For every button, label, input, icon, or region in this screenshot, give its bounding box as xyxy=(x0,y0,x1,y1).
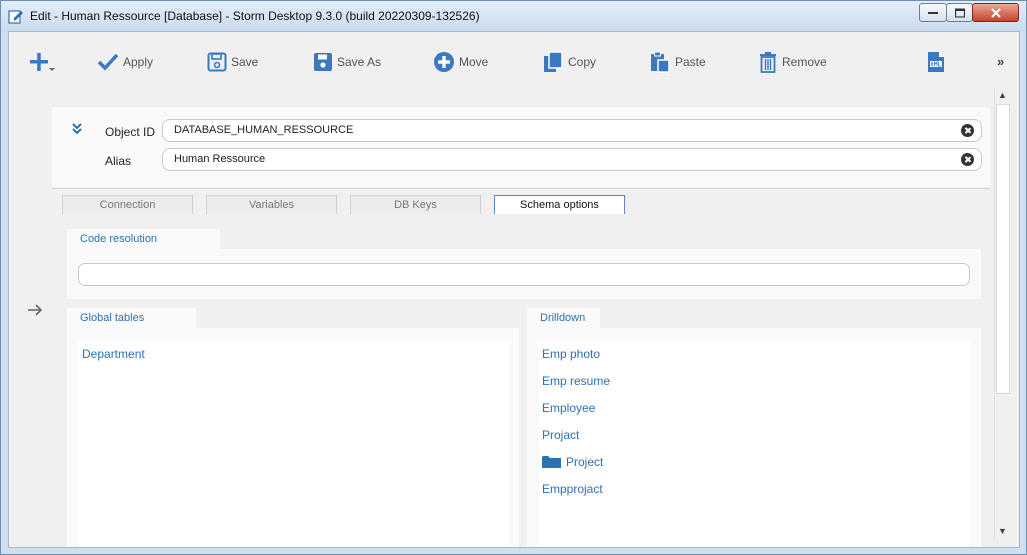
tab-db-keys[interactable]: DB Keys xyxy=(350,195,481,214)
close-icon xyxy=(990,7,1001,18)
apply-label: Apply xyxy=(123,55,154,69)
save-button[interactable]: Save xyxy=(207,50,258,74)
maximize-button[interactable] xyxy=(946,3,973,22)
title-bar[interactable]: Edit - Human Ressource [Database] - Stor… xyxy=(1,1,1026,31)
list-item[interactable]: Department xyxy=(82,347,145,361)
vertical-scrollbar[interactable]: ▲ ▼ xyxy=(994,88,1012,540)
plus-dropdown-icon xyxy=(30,53,55,71)
code-resolution-header: Code resolution (columns) xyxy=(67,229,220,265)
list-item[interactable]: Projact xyxy=(542,428,579,442)
drilldown-header: Drilldown xyxy=(527,308,600,328)
panel-divider xyxy=(52,188,990,189)
list-item-label: Empprojact xyxy=(542,482,603,496)
scroll-down-icon[interactable]: ▼ xyxy=(998,526,1007,536)
app-window: Edit - Human Ressource [Database] - Stor… xyxy=(0,0,1027,555)
identity-panel: Object ID DATABASE_HUMAN_RESSOURCE Alias… xyxy=(52,107,990,187)
toolbar: Apply Save Save As Move Copy Paste Remov… xyxy=(9,32,1019,88)
list-item[interactable]: Emp resume xyxy=(542,374,610,388)
drilldown-list: Emp photo Emp resume Employee Projact Pr… xyxy=(539,340,969,547)
scrollbar-thumb[interactable] xyxy=(996,104,1010,394)
list-item[interactable]: Empprojact xyxy=(542,482,603,496)
alias-field[interactable]: Human Ressource xyxy=(162,148,982,171)
copy-icon xyxy=(544,51,563,72)
edit-icon xyxy=(8,10,23,24)
checkmark-icon xyxy=(97,53,119,71)
tab-connection[interactable]: Connection xyxy=(62,195,193,214)
add-dropdown-button[interactable] xyxy=(29,50,59,74)
export-xml-button[interactable] xyxy=(926,50,950,74)
list-item-label: Emp resume xyxy=(542,374,611,388)
collapse-chevron-icon[interactable] xyxy=(71,123,83,135)
code-resolution-input[interactable] xyxy=(78,263,970,286)
move-label: Move xyxy=(459,55,489,69)
minimize-button[interactable] xyxy=(919,3,947,22)
folder-icon xyxy=(542,456,561,468)
paste-icon xyxy=(651,51,670,73)
tab-schema-options[interactable]: Schema options xyxy=(494,195,625,214)
list-item-label: Employee xyxy=(542,401,596,415)
clear-object-id-icon[interactable] xyxy=(961,124,974,137)
list-item-label: Emp photo xyxy=(542,347,601,361)
list-item[interactable]: Employee xyxy=(542,401,595,415)
alias-value: Human Ressource xyxy=(174,153,266,165)
window-title: Edit - Human Ressource [Database] - Stor… xyxy=(30,9,480,23)
list-item[interactable]: Project xyxy=(542,455,603,469)
tab-variables[interactable]: Variables xyxy=(206,195,337,214)
list-item[interactable]: Emp photo xyxy=(542,347,600,361)
copy-label: Copy xyxy=(568,55,597,69)
minimize-icon xyxy=(928,11,938,14)
save-label: Save xyxy=(231,55,259,69)
list-item-label: Projact xyxy=(542,428,580,442)
remove-label: Remove xyxy=(782,55,827,69)
apply-button[interactable]: Apply xyxy=(97,50,153,74)
remove-button[interactable]: Remove xyxy=(758,50,827,74)
plus-circle-icon xyxy=(434,52,454,72)
alias-label: Alias xyxy=(105,154,132,168)
arrow-right-icon[interactable] xyxy=(27,303,43,317)
object-id-field[interactable]: DATABASE_HUMAN_RESSOURCE xyxy=(162,119,982,142)
object-id-label: Object ID xyxy=(105,125,156,139)
paste-button[interactable]: Paste xyxy=(649,50,706,74)
global-tables-header: Global tables (codes) xyxy=(67,308,196,344)
save-as-label: Save As xyxy=(337,55,382,69)
xml-file-icon xyxy=(928,52,944,72)
move-button[interactable]: Move xyxy=(433,50,488,74)
paste-label: Paste xyxy=(675,55,706,69)
list-item-label: Project xyxy=(566,455,604,469)
global-tables-list: Department xyxy=(79,340,509,547)
scroll-up-icon[interactable]: ▲ xyxy=(998,90,1007,100)
copy-button[interactable]: Copy xyxy=(542,50,596,74)
editor-client-area: Apply Save Save As Move Copy Paste Remov… xyxy=(8,31,1020,548)
save-as-button[interactable]: Save As xyxy=(313,50,381,74)
floppy-solid-icon xyxy=(314,53,332,71)
maximize-icon xyxy=(954,8,965,17)
object-id-value: DATABASE_HUMAN_RESSOURCE xyxy=(174,124,354,136)
clear-alias-icon[interactable] xyxy=(961,153,974,166)
toolbar-overflow-button[interactable]: » xyxy=(997,54,1004,69)
close-button[interactable] xyxy=(972,3,1019,22)
trash-icon xyxy=(760,52,776,73)
floppy-icon xyxy=(207,52,227,72)
